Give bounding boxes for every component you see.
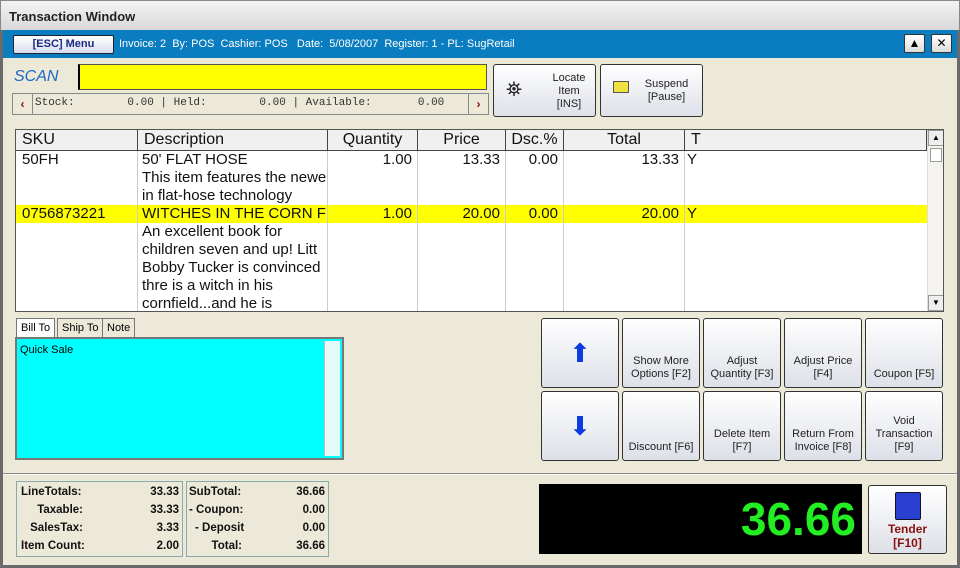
move-down-button[interactable]: ⬇ (541, 391, 619, 461)
cell-quantity: 1.00 (382, 205, 412, 222)
tender-key: [F10] (893, 536, 922, 550)
adjust-quantity-button[interactable]: Adjust Quantity [F3] (703, 318, 781, 388)
stock-text: Stock: 0.00 | Held: 0.00 | Available: 0.… (35, 97, 445, 109)
locate-item-button[interactable]: ⛯ Locate Item [INS] (493, 64, 596, 117)
arrow-up-icon: ⬆ (569, 337, 591, 368)
tender-label: Tender (887, 522, 928, 536)
cell-price: 13.33 (462, 151, 500, 168)
cell-t: Y (687, 205, 698, 222)
col-description[interactable]: Description (138, 130, 328, 151)
cell-description: WITCHES IN THE CORN F (142, 205, 326, 222)
tab-ship-to[interactable]: Ship To (57, 318, 104, 337)
scroll-up-icon[interactable]: ▲ (928, 130, 943, 146)
title-bar: Transaction Window (0, 0, 960, 30)
scroll-thumb[interactable] (930, 148, 942, 162)
cell-note: Bobby Tucker is convinced (142, 259, 321, 276)
cell-t: Y (687, 151, 698, 168)
scan-input[interactable] (78, 64, 487, 90)
invoice-info: Invoice: 2 By: POS Cashier: POS Date: 5/… (119, 38, 515, 50)
binoculars-icon: ⛯ (506, 79, 522, 101)
move-up-button[interactable]: ⬆ (541, 318, 619, 388)
window-title: Transaction Window (9, 9, 136, 24)
locate-item-label: Locate Item [INS] (552, 72, 586, 110)
cell-discount: 0.00 (528, 151, 558, 168)
tender-button[interactable]: Tender [F10] (868, 485, 947, 554)
col-t[interactable]: T (685, 130, 927, 151)
total-display: 36.66 (539, 484, 862, 554)
arrow-up-icon: ▲ (908, 36, 921, 50)
note-scrollbar[interactable] (324, 341, 340, 456)
sales-tax-value: 3.33 (156, 522, 179, 534)
cash-register-icon (894, 492, 921, 520)
coupon-value: 0.00 (302, 504, 325, 516)
subtotal-label: SubTotal: (189, 486, 242, 498)
arrow-down-icon: ⬇ (569, 410, 591, 441)
divider (3, 473, 957, 475)
next-arrow-icon[interactable]: › (468, 94, 488, 114)
collapse-button[interactable]: ▲ (904, 34, 925, 53)
cell-note: in flat-hose technology (142, 187, 293, 204)
col-quantity[interactable]: Quantity (328, 130, 418, 151)
item-count-label: Item Count: (21, 540, 85, 552)
deposit-label: - Deposit (195, 522, 245, 534)
subtotals-box: SubTotal: 36.66 - Coupon: 0.00 - Deposit 0.… (186, 481, 329, 557)
cell-discount: 0.00 (528, 205, 558, 222)
total-value: 36.66 (296, 540, 325, 552)
cell-note: This item features the newe (142, 169, 327, 186)
suspend-label: Suspend [Pause] (644, 78, 689, 103)
col-price[interactable]: Price (418, 130, 506, 151)
cell-total: 20.00 (641, 205, 679, 222)
col-discount[interactable]: Dsc.% (506, 130, 564, 151)
line-totals-value: 33.33 (150, 486, 179, 498)
taxable-value: 33.33 (150, 504, 179, 516)
scroll-down-icon[interactable]: ▼ (928, 295, 943, 311)
taxable-label: Taxable: (37, 504, 83, 516)
esc-menu-button[interactable]: [ESC] Menu (13, 35, 114, 54)
deposit-value: 0.00 (302, 522, 325, 534)
total-label: Total: (211, 540, 242, 552)
cell-note: thre is a witch in his (142, 277, 273, 294)
close-icon: ✕ (936, 36, 947, 50)
coupon-button[interactable]: Coupon [F5] (865, 318, 943, 388)
cell-description: 50' FLAT HOSE (142, 151, 248, 168)
void-transaction-button[interactable]: Void Transaction [F9] (865, 391, 943, 461)
cell-sku: 50FH (22, 151, 59, 168)
col-total[interactable]: Total (564, 130, 685, 151)
cell-sku: 0756873221 (22, 205, 106, 222)
line-totals-label: LineTotals: (21, 486, 82, 498)
delete-item-button[interactable]: Delete Item [F7] (703, 391, 781, 461)
scan-label: SCAN (14, 68, 59, 85)
stock-bar: ‹ Stock: 0.00 | Held: 0.00 | Available: … (12, 93, 489, 115)
cell-total: 13.33 (641, 151, 679, 168)
bill-to-text: Quick Sale (20, 344, 74, 356)
col-sku[interactable]: SKU (16, 130, 138, 151)
header-bar: [ESC] Menu Invoice: 2 By: POS Cashier: P… (3, 30, 957, 58)
suspend-button[interactable]: Suspend [Pause] (600, 64, 703, 117)
discount-button[interactable]: Discount [F6] (622, 391, 700, 461)
items-grid: SKU Description Quantity Price Dsc.% Tot… (15, 129, 944, 312)
adjust-price-button[interactable]: Adjust Price [F4] (784, 318, 862, 388)
cell-note: children seven and up! Litt (142, 241, 318, 258)
cell-note: An excellent book for (142, 223, 283, 240)
return-from-invoice-button[interactable]: Return From Invoice [F8] (784, 391, 862, 461)
bill-to-textarea[interactable]: Quick Sale (15, 337, 344, 460)
suspend-icon (613, 81, 629, 93)
cell-quantity: 1.00 (382, 151, 412, 168)
tab-note[interactable]: Note (102, 318, 136, 337)
sales-tax-label: SalesTax: (30, 522, 83, 534)
line-totals-box: LineTotals: 33.33 Taxable: 33.33 SalesTax:… (16, 481, 183, 557)
cell-note: cornfield...and he is (142, 295, 273, 312)
subtotal-value: 36.66 (296, 486, 325, 498)
show-more-options-button[interactable]: Show More Options [F2] (622, 318, 700, 388)
coupon-label: - Coupon: (189, 504, 244, 516)
tab-bill-to[interactable]: Bill To (16, 318, 56, 338)
item-count-value: 2.00 (156, 540, 179, 552)
grid-scrollbar[interactable]: ▲ ▼ (927, 130, 943, 311)
close-button[interactable]: ✕ (931, 34, 952, 53)
prev-arrow-icon[interactable]: ‹ (13, 94, 33, 114)
cell-price: 20.00 (462, 205, 500, 222)
